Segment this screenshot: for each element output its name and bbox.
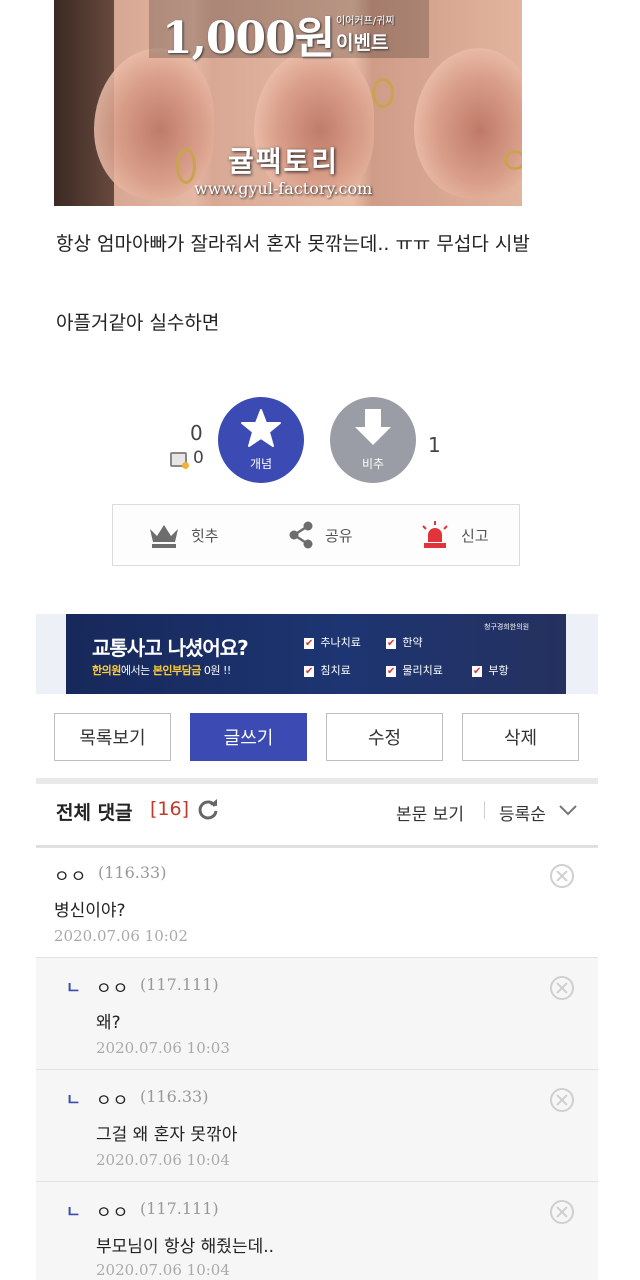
banner-check-item: 추나치료 bbox=[304, 634, 360, 650]
price-event-text: 이벤트 bbox=[336, 32, 389, 54]
comment-date: 2020.07.06 10:04 bbox=[96, 1261, 230, 1279]
share-label: 공유 bbox=[325, 526, 353, 545]
banner-check-item: 물리치료 bbox=[386, 662, 442, 678]
ear-graphic bbox=[414, 48, 522, 198]
comment-ip: (116.33) bbox=[98, 863, 167, 882]
star-icon bbox=[241, 409, 281, 447]
comment-text: 부모님이 항상 해줬는데.. bbox=[96, 1237, 275, 1257]
list-view-button[interactable]: 목록보기 bbox=[54, 713, 171, 761]
comment-author[interactable]: ㅇㅇ bbox=[54, 862, 87, 887]
section-divider bbox=[36, 778, 598, 784]
chevron-down-icon[interactable] bbox=[558, 803, 578, 817]
brand-url: www.gyul-factory.com bbox=[194, 179, 373, 198]
comment-ip: (116.33) bbox=[140, 1087, 209, 1106]
write-button[interactable]: 글쓰기 bbox=[190, 713, 307, 761]
delete-comment-icon[interactable] bbox=[550, 976, 574, 1000]
downvote-button[interactable]: 비추 bbox=[330, 397, 416, 483]
reply-arrow-icon: ㄴ bbox=[66, 1090, 81, 1109]
banner-sub-text: 0원 !! bbox=[200, 664, 231, 677]
comments-title: 전체 댓글 bbox=[56, 802, 133, 824]
comment-text: 왜? bbox=[96, 1013, 121, 1033]
comment-ip: (117.111) bbox=[140, 975, 219, 994]
comment-author[interactable]: ㅇㅇ bbox=[96, 1198, 129, 1223]
price-text: 1,000원 bbox=[162, 13, 335, 64]
refresh-icon[interactable] bbox=[196, 797, 220, 821]
comments-count: [16] bbox=[150, 798, 190, 820]
reply-arrow-icon: ㄴ bbox=[66, 978, 81, 997]
upvote-button[interactable]: 개념 bbox=[218, 397, 304, 483]
comment-date: 2020.07.06 10:04 bbox=[96, 1151, 230, 1169]
delete-comment-icon[interactable] bbox=[550, 1200, 574, 1224]
comment-author[interactable]: ㅇㅇ bbox=[96, 1086, 129, 1111]
post-body-line: 아플거같아 실수하면 bbox=[56, 312, 220, 334]
crown-icon bbox=[150, 525, 178, 548]
ear-cuff-ring bbox=[372, 78, 394, 108]
comment-reply-item: ㄴ ㅇㅇ (117.111) 왜? 2020.07.06 10:03 bbox=[36, 957, 598, 1069]
ear-cuff-ring bbox=[504, 150, 522, 170]
view-body-link[interactable]: 본문 보기 bbox=[396, 800, 464, 825]
divider bbox=[484, 801, 485, 819]
report-label: 신고 bbox=[461, 526, 489, 545]
delete-comment-icon[interactable] bbox=[550, 1088, 574, 1112]
upvote-label: 개념 bbox=[249, 457, 273, 471]
ad-photo: 1,000원 이어커프/귀찌 이벤트 귤팩토리 www.gyul-factory… bbox=[54, 0, 522, 206]
banner-clinic-name: 청구경희한의원 bbox=[484, 623, 530, 631]
post-body-line: 항상 엄마아빠가 잘라줘서 혼자 못깎는데.. ㅠㅠ 무섭다 시발 bbox=[56, 233, 530, 255]
siren-icon bbox=[422, 521, 448, 548]
comment-date: 2020.07.06 10:03 bbox=[96, 1039, 230, 1057]
banner-sub-text: 에서는 bbox=[120, 664, 153, 677]
downvote-count: 1 bbox=[428, 433, 441, 457]
downvote-label: 비추 bbox=[361, 457, 385, 471]
hit-recommend-label: 힛추 bbox=[191, 526, 219, 545]
comment-text: 병신이야? bbox=[54, 901, 126, 921]
banner-check-item: 한약 bbox=[386, 634, 422, 650]
banner-check-item: 침치료 bbox=[304, 662, 350, 678]
comment-text: 그걸 왜 혼자 못깎아 bbox=[96, 1125, 238, 1145]
sort-order-select[interactable]: 등록순 bbox=[499, 800, 546, 825]
hit-recommend-button[interactable]: 힛추 bbox=[147, 505, 219, 565]
comment-author[interactable]: ㅇㅇ bbox=[96, 974, 129, 999]
fixed-upvote-count: 0 bbox=[193, 448, 204, 468]
ad-banner[interactable]: 교통사고 나셨어요? 한의원에서는 본인부담금 0원 !! 추나치료 한약 침치… bbox=[66, 614, 566, 694]
banner-title: 교통사고 나셨어요? bbox=[92, 636, 249, 660]
price-subtext: 이어커프/귀찌 bbox=[336, 16, 395, 27]
brand-logo-text: 귤팩토리 bbox=[228, 145, 340, 178]
share-icon bbox=[289, 521, 313, 549]
comment-ip: (117.111) bbox=[140, 1199, 219, 1218]
comment-reply-item: ㄴ ㅇㅇ (116.33) 그걸 왜 혼자 못깎아 2020.07.06 10:… bbox=[36, 1069, 598, 1181]
arrow-down-icon bbox=[355, 409, 391, 445]
edit-button[interactable]: 수정 bbox=[326, 713, 443, 761]
ear-cuff-ring bbox=[176, 148, 196, 184]
delete-button[interactable]: 삭제 bbox=[462, 713, 579, 761]
banner-check-item: 부항 bbox=[472, 662, 508, 678]
reply-arrow-icon: ㄴ bbox=[66, 1202, 81, 1221]
delete-comment-icon[interactable] bbox=[550, 864, 574, 888]
comment-reply-item: ㄴ ㅇㅇ (117.111) 부모님이 항상 해줬는데.. 2020.07.06… bbox=[36, 1181, 598, 1280]
post-action-bar: 힛추 공유 신고 bbox=[112, 504, 520, 566]
fixed-vote-icon bbox=[170, 452, 189, 469]
banner-sub-highlight: 한의원 bbox=[92, 664, 121, 677]
comment-item: ㅇㅇ (116.33) 병신이야? 2020.07.06 10:02 bbox=[36, 847, 598, 957]
comment-date: 2020.07.06 10:02 bbox=[54, 927, 188, 945]
share-button[interactable]: 공유 bbox=[287, 505, 353, 565]
banner-sub-highlight: 본인부담금 bbox=[152, 664, 202, 677]
report-button[interactable]: 신고 bbox=[419, 505, 489, 565]
banner-subtitle: 한의원에서는 본인부담금 0원 !! bbox=[92, 662, 231, 678]
upvote-count: 0 bbox=[190, 421, 203, 445]
